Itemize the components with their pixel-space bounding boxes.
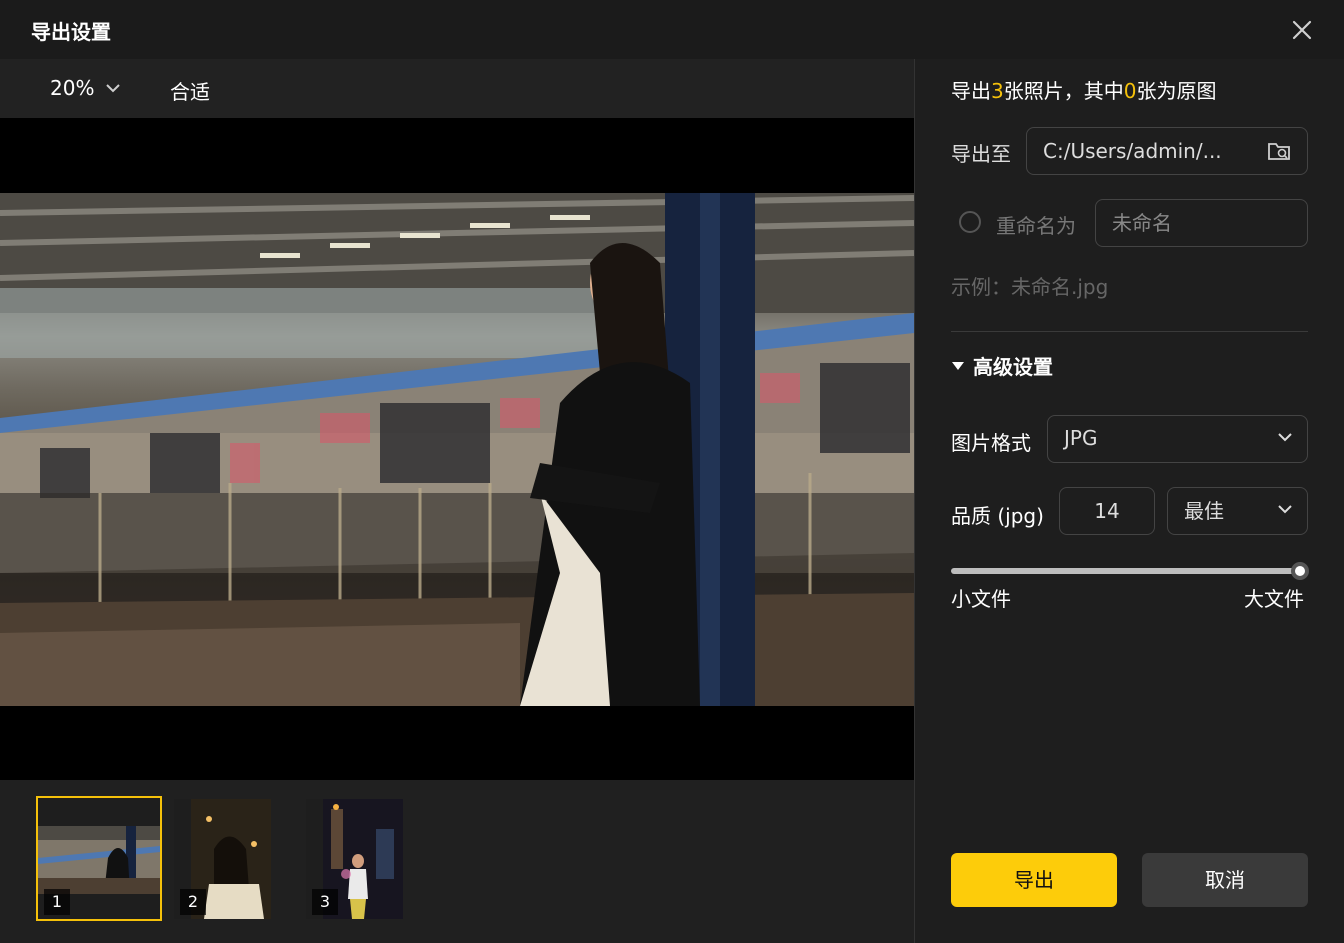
title-bar: 导出设置	[0, 0, 1344, 59]
preview-toolbar: 20% 合适	[0, 59, 914, 118]
folder-search-icon[interactable]	[1267, 140, 1291, 162]
zoom-value: 20%	[50, 76, 95, 100]
quality-number-input[interactable]: 14	[1059, 487, 1155, 535]
format-label: 图片格式	[951, 431, 1031, 455]
thumbnail-2[interactable]: 2	[174, 799, 271, 919]
close-button[interactable]	[1288, 16, 1316, 44]
thumbnail-number: 1	[44, 889, 70, 915]
preview-photo	[0, 193, 914, 706]
rename-input[interactable]: 未命名	[1095, 199, 1308, 247]
summary-middle: 张照片，其中	[1003, 79, 1124, 103]
rename-radio[interactable]	[959, 211, 981, 233]
zoom-dropdown[interactable]: 20%	[50, 76, 122, 100]
summary-prefix: 导出	[951, 79, 991, 103]
format-value: JPG	[1064, 426, 1098, 450]
advanced-settings-toggle[interactable]: 高级设置	[951, 351, 1053, 380]
image-preview	[0, 118, 914, 780]
slider-min-label: 小文件	[951, 587, 1011, 611]
export-path-field[interactable]: C:/Users/admin/...	[1026, 127, 1308, 175]
thumbnail-strip: 1 2 3	[0, 780, 914, 943]
format-select[interactable]: JPG	[1047, 415, 1308, 463]
section-divider	[951, 331, 1308, 332]
summary-suffix: 张为原图	[1136, 79, 1217, 103]
thumbnail-number: 3	[312, 889, 338, 915]
export-summary: 导出3张照片，其中0张为原图	[951, 75, 1216, 104]
slider-max-label: 大文件	[1244, 587, 1304, 611]
close-icon	[1292, 20, 1312, 40]
export-path-value: C:/Users/admin/...	[1043, 139, 1222, 163]
preview-pane: 20% 合适 1 2 3	[0, 59, 914, 943]
rename-example: 示例：未命名.jpg	[951, 275, 1109, 299]
rename-label: 重命名为	[996, 214, 1076, 238]
advanced-settings-label: 高级设置	[973, 355, 1053, 379]
quality-label: 品质 (jpg)	[951, 504, 1044, 528]
chevron-down-icon	[1278, 505, 1292, 514]
thumbnail-number: 2	[180, 889, 206, 915]
photo-count: 3	[991, 79, 1004, 103]
dialog-title: 导出设置	[31, 20, 111, 44]
settings-panel: 导出3张照片，其中0张为原图 导出至 C:/Users/admin/... 重命…	[915, 59, 1344, 943]
cancel-button[interactable]: 取消	[1142, 853, 1308, 907]
fit-button[interactable]: 合适	[170, 76, 210, 105]
export-button[interactable]: 导出	[951, 853, 1117, 907]
export-to-label: 导出至	[951, 142, 1011, 166]
chevron-down-icon	[1278, 433, 1292, 442]
quality-slider-track[interactable]	[951, 568, 1300, 574]
original-count: 0	[1123, 79, 1137, 103]
chevron-down-icon	[106, 84, 121, 93]
quality-slider-thumb[interactable]	[1291, 562, 1309, 580]
thumbnail-1[interactable]: 1	[36, 796, 162, 921]
quality-preset-select[interactable]: 最佳	[1167, 487, 1308, 535]
photo-illustration	[0, 193, 914, 706]
caret-down-icon	[952, 361, 964, 370]
thumbnail-3[interactable]: 3	[306, 799, 403, 919]
quality-preset-value: 最佳	[1184, 499, 1224, 523]
